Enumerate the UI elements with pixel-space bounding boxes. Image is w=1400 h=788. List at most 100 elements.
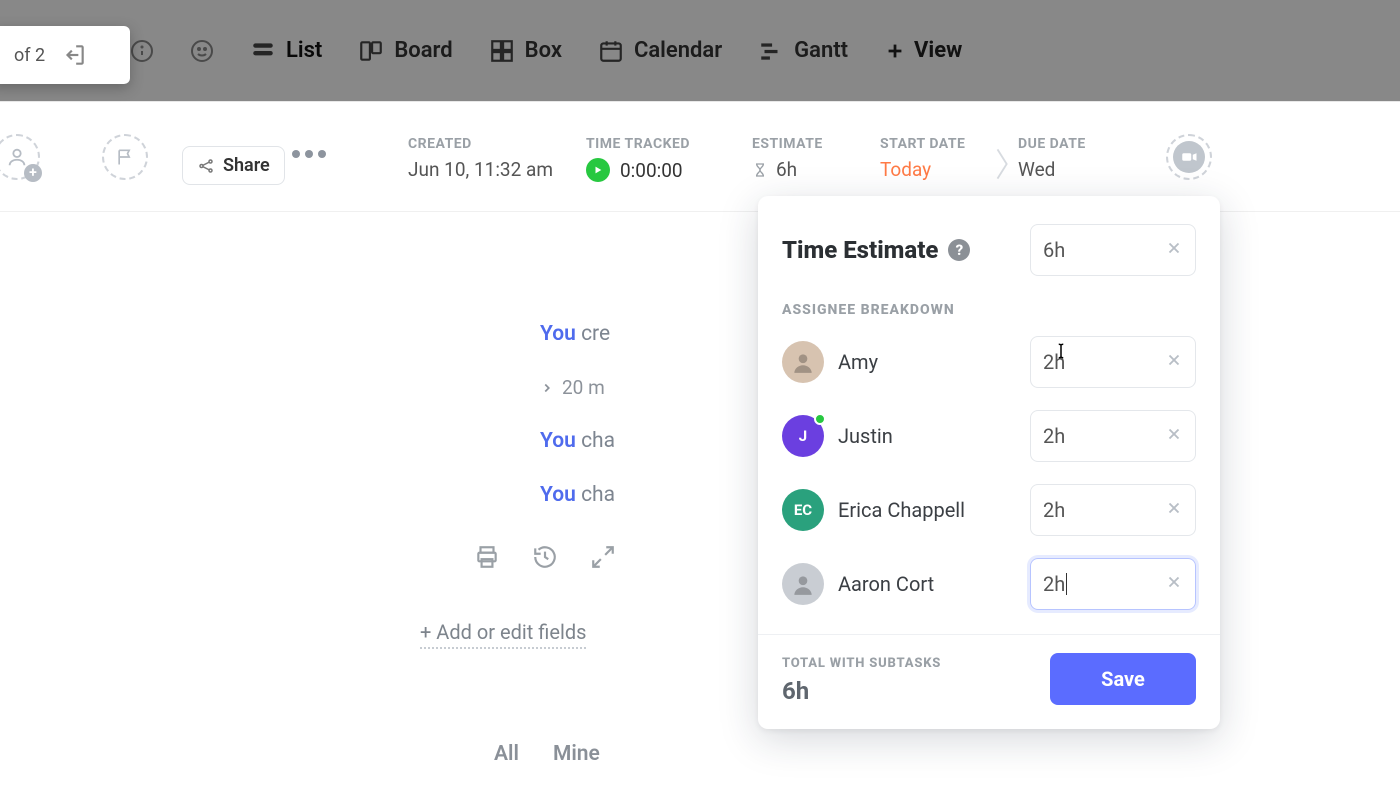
view-tab-label: Board [394, 38, 452, 63]
priority-flag-button[interactable] [102, 134, 148, 180]
board-icon [358, 38, 384, 64]
history-icon[interactable] [532, 544, 558, 570]
add-assignee-button[interactable]: + [0, 134, 40, 180]
face-icon [190, 39, 214, 63]
activity-line: You cha [540, 429, 615, 453]
assignee-name: Amy [838, 350, 1016, 374]
save-button[interactable]: Save [1050, 653, 1196, 705]
start-label: START DATE [880, 136, 965, 152]
assignee-rows: Amy2hJJustin2hECErica Chappell2hAaron Co… [782, 336, 1196, 610]
start-value: Today [880, 158, 965, 181]
clear-icon[interactable] [1165, 498, 1183, 522]
expand-icon[interactable] [590, 544, 616, 570]
due-label: DUE DATE [1018, 136, 1086, 152]
assignee-name: Justin [838, 424, 1016, 448]
add-view-label: View [914, 38, 962, 63]
gantt-icon [758, 38, 784, 64]
assignee-estimate-value: 2h [1043, 572, 1065, 596]
task-pager[interactable]: of 2 [0, 26, 130, 84]
tab-all[interactable]: All [494, 742, 519, 766]
view-tab-list[interactable]: List [250, 38, 322, 64]
popover-title: Time Estimate ? [782, 236, 970, 264]
share-label: Share [223, 155, 270, 176]
clear-icon[interactable] [1165, 350, 1183, 374]
estimate-label: ESTIMATE [752, 136, 823, 152]
due-value: Wed [1018, 158, 1086, 181]
play-button[interactable] [586, 158, 610, 182]
person-icon [6, 146, 28, 168]
assignee-row: J Justin 2h [782, 410, 1196, 462]
activity-line: You cha [540, 483, 615, 507]
add-fields-button[interactable]: + Add or edit fields [420, 620, 586, 649]
editor-tools [474, 544, 616, 570]
view-tab-board[interactable]: Board [358, 38, 452, 64]
assignee-row: ECErica Chappell2h [782, 484, 1196, 536]
assignee-estimate-input[interactable]: 2h [1030, 484, 1196, 536]
assignee-estimate-input[interactable]: 2h [1030, 410, 1196, 462]
calendar-icon [598, 38, 624, 64]
plus-icon [884, 40, 906, 62]
activity-subline[interactable]: 20 m [540, 376, 615, 399]
add-view-button[interactable]: View [884, 38, 962, 63]
view-tab-label: Box [525, 38, 562, 63]
presence-dot [814, 413, 826, 425]
pager-text: of 2 [14, 45, 45, 66]
total-with-subtasks: TOTAL WITH SUBTASKS 6h [782, 656, 941, 705]
assignee-estimate-value: 2h [1043, 350, 1065, 374]
created-value: Jun 10, 11:32 am [408, 158, 553, 181]
view-tab-box[interactable]: Box [489, 38, 562, 64]
clear-icon[interactable] [1165, 572, 1183, 596]
total-label: TOTAL WITH SUBTASKS [782, 656, 941, 671]
box-icon [489, 38, 515, 64]
tracked-label: TIME TRACKED [586, 136, 690, 152]
assignee-estimate-value: 2h [1043, 424, 1065, 448]
assignee-breakdown-label: ASSIGNEE BREAKDOWN [782, 302, 1196, 318]
view-tab-calendar[interactable]: Calendar [598, 38, 722, 64]
share-button[interactable]: Share [182, 146, 285, 185]
meta-time-tracked[interactable]: TIME TRACKED 0:00:00 [586, 136, 690, 182]
print-icon[interactable] [474, 544, 500, 570]
exit-icon[interactable] [61, 42, 87, 68]
view-switcher-bar: List Board Box Calendar Gantt View of 2 [0, 0, 1400, 102]
avatar: J [782, 415, 824, 457]
estimate-value: 6h [776, 158, 797, 181]
view-tab-gantt[interactable]: Gantt [758, 38, 848, 64]
tracked-value: 0:00:00 [620, 159, 683, 182]
assignee-name: Erica Chappell [838, 498, 1016, 522]
assignee-estimate-input[interactable]: 2h [1030, 336, 1196, 388]
meta-created: CREATED Jun 10, 11:32 am [408, 136, 553, 181]
more-actions-button[interactable] [292, 150, 326, 158]
share-icon [197, 157, 215, 175]
time-estimate-popover: Time Estimate ? 6h ASSIGNEE BREAKDOWN Am… [758, 196, 1220, 729]
assignee-name: Aaron Cort [838, 572, 1016, 596]
assignee-estimate-value: 2h [1043, 498, 1065, 522]
meta-estimate[interactable]: ESTIMATE 6h [752, 136, 823, 181]
assignee-row: Aaron Cort 2h [782, 558, 1196, 610]
popover-divider [758, 634, 1220, 635]
video-call-button[interactable] [1166, 134, 1212, 180]
view-tabs: List Board Box Calendar Gantt View [130, 0, 962, 101]
activity-line: You cre [540, 322, 615, 346]
hourglass-icon [752, 160, 768, 180]
activity-feed: You cre 20 m You cha You cha [540, 322, 615, 507]
meta-start-date[interactable]: START DATE Today [880, 136, 965, 181]
view-tab-label: Gantt [794, 38, 848, 63]
assignee-estimate-input[interactable]: 2h [1030, 558, 1196, 610]
avatar [782, 341, 824, 383]
play-icon [593, 165, 603, 175]
view-tab-label: List [286, 38, 322, 63]
chevron-right-icon [540, 381, 554, 395]
flag-icon [115, 147, 135, 167]
avatar [782, 563, 824, 605]
assignee-row: Amy 2h [782, 336, 1196, 388]
help-icon[interactable]: ? [948, 239, 970, 261]
clear-icon[interactable] [1165, 424, 1183, 448]
total-value: 6h [782, 677, 941, 705]
estimate-total-input[interactable]: 6h [1030, 224, 1196, 276]
view-tab-label: Calendar [634, 38, 722, 63]
activity-tabs: All Mine [494, 742, 600, 766]
tab-mine[interactable]: Mine [553, 742, 600, 766]
created-label: CREATED [408, 136, 553, 152]
meta-due-date[interactable]: DUE DATE Wed [1018, 136, 1086, 181]
clear-icon[interactable] [1165, 238, 1183, 262]
